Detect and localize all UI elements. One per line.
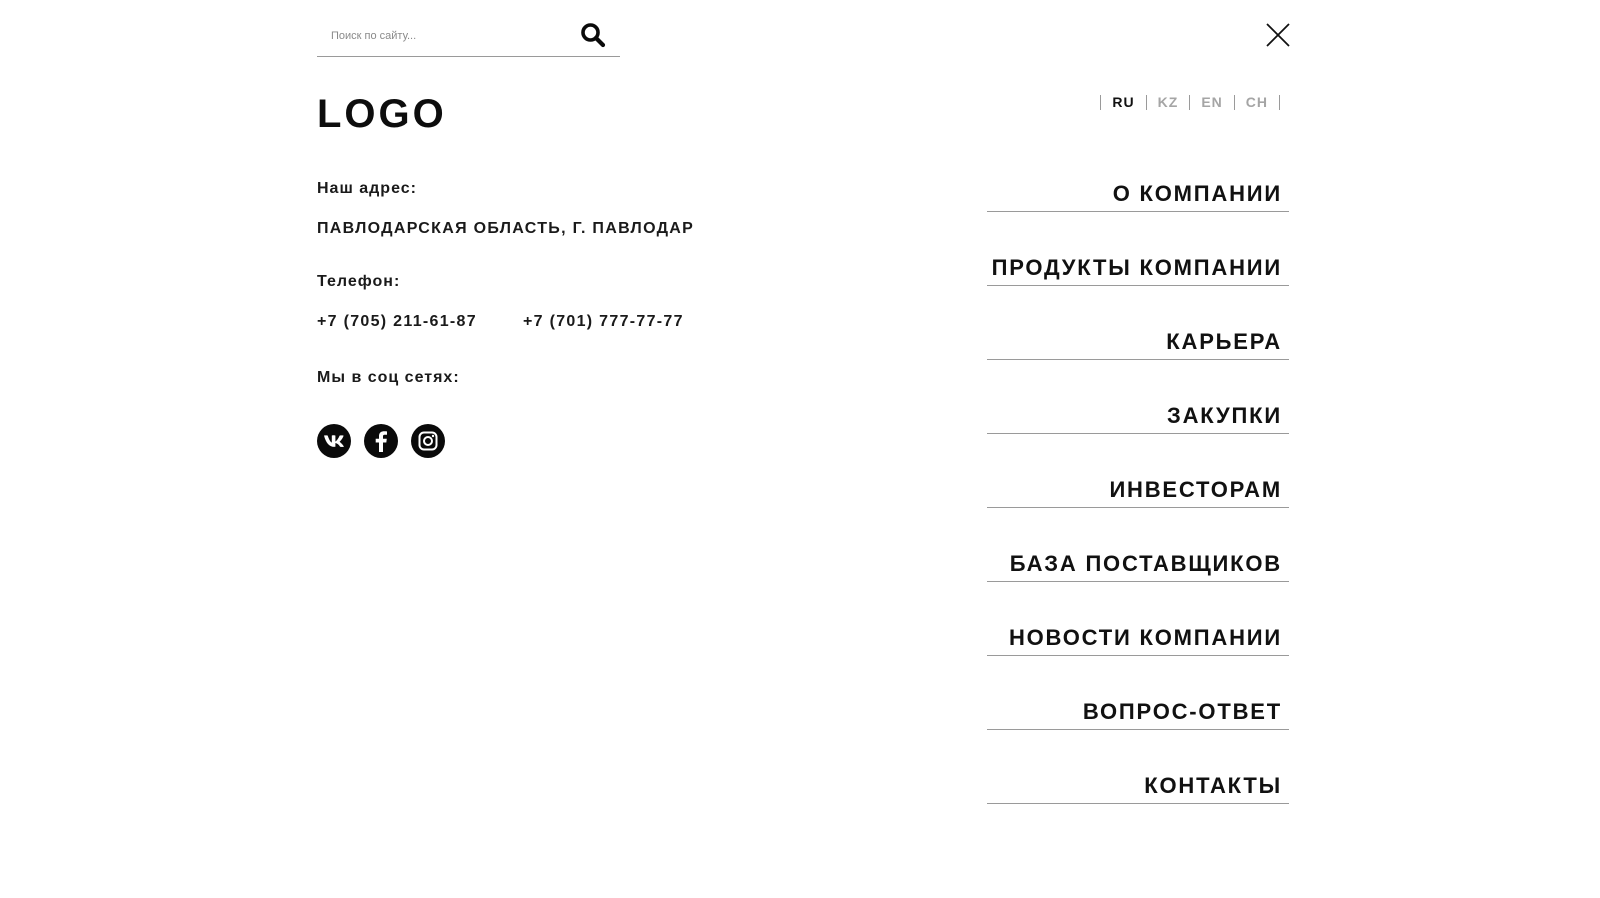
facebook-icon xyxy=(375,431,387,452)
menu-item-faq[interactable]: ВОПРОС-ОТВЕТ xyxy=(987,656,1289,730)
lang-ch[interactable]: CH xyxy=(1246,94,1268,110)
instagram-icon xyxy=(418,431,438,451)
close-icon[interactable] xyxy=(1265,22,1291,48)
menu-item-career[interactable]: КАРЬЕРА xyxy=(987,286,1289,360)
search-bar xyxy=(317,20,620,57)
phone-1[interactable]: +7 (705) 211-61-87 xyxy=(317,313,477,331)
instagram-link[interactable] xyxy=(411,424,445,458)
address-value: ПАВЛОДАРСКАЯ ОБЛАСТЬ, Г. ПАВЛОДАР xyxy=(317,220,695,237)
menu-item-about[interactable]: О КОМПАНИИ xyxy=(987,170,1289,212)
menu-item-label: НОВОСТИ КОМПАНИИ xyxy=(1008,625,1282,650)
vk-link[interactable] xyxy=(317,424,351,458)
menu-item-label: ПРОДУКТЫ КОМПАНИИ xyxy=(991,255,1282,280)
address-label: Наш адрес: xyxy=(317,180,417,197)
menu-item-label: ИНВЕСТОРАМ xyxy=(1109,477,1282,502)
lang-kz[interactable]: KZ xyxy=(1158,94,1179,110)
menu-item-investors[interactable]: ИНВЕСТОРАМ xyxy=(987,434,1289,508)
menu-item-label: КАРЬЕРА xyxy=(1166,329,1282,354)
language-switcher: RU KZ EN CH xyxy=(1089,94,1291,110)
menu-item-label: О КОМПАНИИ xyxy=(1112,181,1282,206)
divider xyxy=(1100,94,1102,110)
social-label: Мы в соц сетях: xyxy=(317,369,460,386)
menu-item-procurement[interactable]: ЗАКУПКИ xyxy=(987,360,1289,434)
divider xyxy=(1279,94,1280,110)
menu-item-products[interactable]: ПРОДУКТЫ КОМПАНИИ xyxy=(987,212,1289,286)
logo[interactable]: LOGO xyxy=(317,92,447,137)
phone-label: Телефон: xyxy=(317,273,401,290)
lang-ru[interactable]: RU xyxy=(1112,94,1134,110)
search-input[interactable] xyxy=(331,30,571,42)
menu-item-label: ВОПРОС-ОТВЕТ xyxy=(1082,699,1282,724)
facebook-link[interactable] xyxy=(364,424,398,458)
menu-item-suppliers[interactable]: БАЗА ПОСТАВЩИКОВ xyxy=(987,508,1289,582)
divider xyxy=(1145,94,1147,110)
menu-item-news[interactable]: НОВОСТИ КОМПАНИИ xyxy=(987,582,1289,656)
divider xyxy=(1189,94,1191,110)
menu-item-contacts[interactable]: КОНТАКТЫ xyxy=(987,730,1289,804)
main-menu: О КОМПАНИИ ПРОДУКТЫ КОМПАНИИ КАРЬЕРА ЗАК… xyxy=(987,170,1289,804)
divider xyxy=(1233,94,1235,110)
search-icon[interactable] xyxy=(580,22,606,48)
social-links xyxy=(317,424,445,458)
menu-item-label: КОНТАКТЫ xyxy=(1144,773,1282,798)
lang-en[interactable]: EN xyxy=(1201,94,1222,110)
menu-item-label: БАЗА ПОСТАВЩИКОВ xyxy=(1009,551,1282,576)
vk-icon xyxy=(324,435,344,448)
menu-item-label: ЗАКУПКИ xyxy=(1167,403,1282,428)
phone-2[interactable]: +7 (701) 777-77-77 xyxy=(523,313,684,331)
